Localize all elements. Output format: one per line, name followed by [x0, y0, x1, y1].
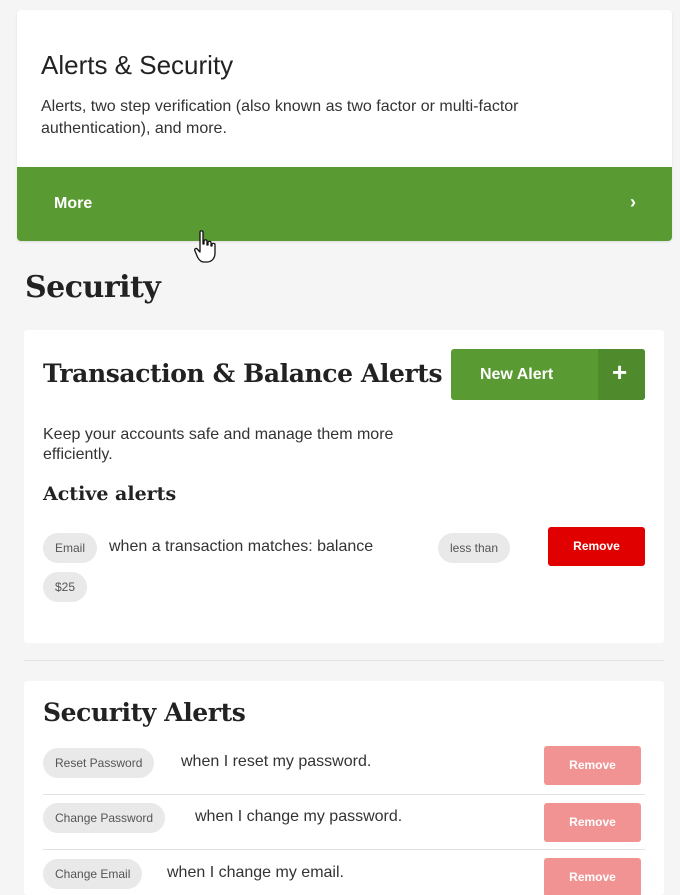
row-divider: [43, 849, 645, 850]
plus-icon-box: +: [598, 349, 645, 400]
transaction-alerts-description: Keep your accounts safe and manage them …: [43, 426, 394, 463]
more-button-label: More: [54, 195, 93, 212]
alerts-security-card: Alerts & Security Alerts, two step verif…: [17, 10, 672, 241]
security-alerts-title: Security Alerts: [43, 698, 246, 727]
alert-amount-pill: $25: [43, 572, 88, 602]
transaction-alerts-title: Transaction & Balance Alerts: [43, 359, 443, 388]
hand-pointer-cursor-icon: [194, 230, 216, 263]
security-alerts-card: Security Alerts Reset Password when I re…: [24, 681, 664, 895]
chevron-right-icon: ›: [630, 192, 636, 212]
reset-password-pill: Reset Password: [43, 748, 155, 778]
section-divider: [24, 660, 664, 661]
reset-password-text: when I reset my password.: [181, 753, 372, 770]
more-button[interactable]: More ›: [17, 167, 672, 241]
change-email-pill: Change Email: [43, 859, 143, 889]
remove-alert-button[interactable]: Remove: [548, 527, 645, 566]
alert-channel-pill: Email: [43, 533, 98, 563]
row-divider: [43, 794, 645, 795]
remove-change-email-button[interactable]: Remove: [544, 858, 641, 895]
change-email-text: when I change my email.: [167, 864, 344, 881]
alerts-security-title: Alerts & Security: [41, 50, 234, 80]
new-alert-button[interactable]: New Alert +: [451, 349, 645, 400]
alert-condition-text: when a transaction matches: balance: [109, 538, 374, 555]
remove-change-password-button[interactable]: Remove: [544, 803, 641, 842]
alerts-security-description: Alerts, two step verification (also know…: [41, 98, 519, 137]
new-alert-label: New Alert: [480, 366, 554, 383]
change-password-text: when I change my password.: [195, 808, 403, 825]
remove-reset-password-button[interactable]: Remove: [544, 746, 641, 785]
transaction-alerts-card: Transaction & Balance Alerts New Alert +…: [24, 330, 664, 643]
security-section-title: Security: [25, 270, 161, 305]
active-alerts-title: Active alerts: [43, 483, 177, 505]
plus-icon: +: [612, 357, 628, 387]
change-password-pill: Change Password: [43, 803, 166, 833]
alert-operator-pill: less than: [438, 533, 511, 563]
